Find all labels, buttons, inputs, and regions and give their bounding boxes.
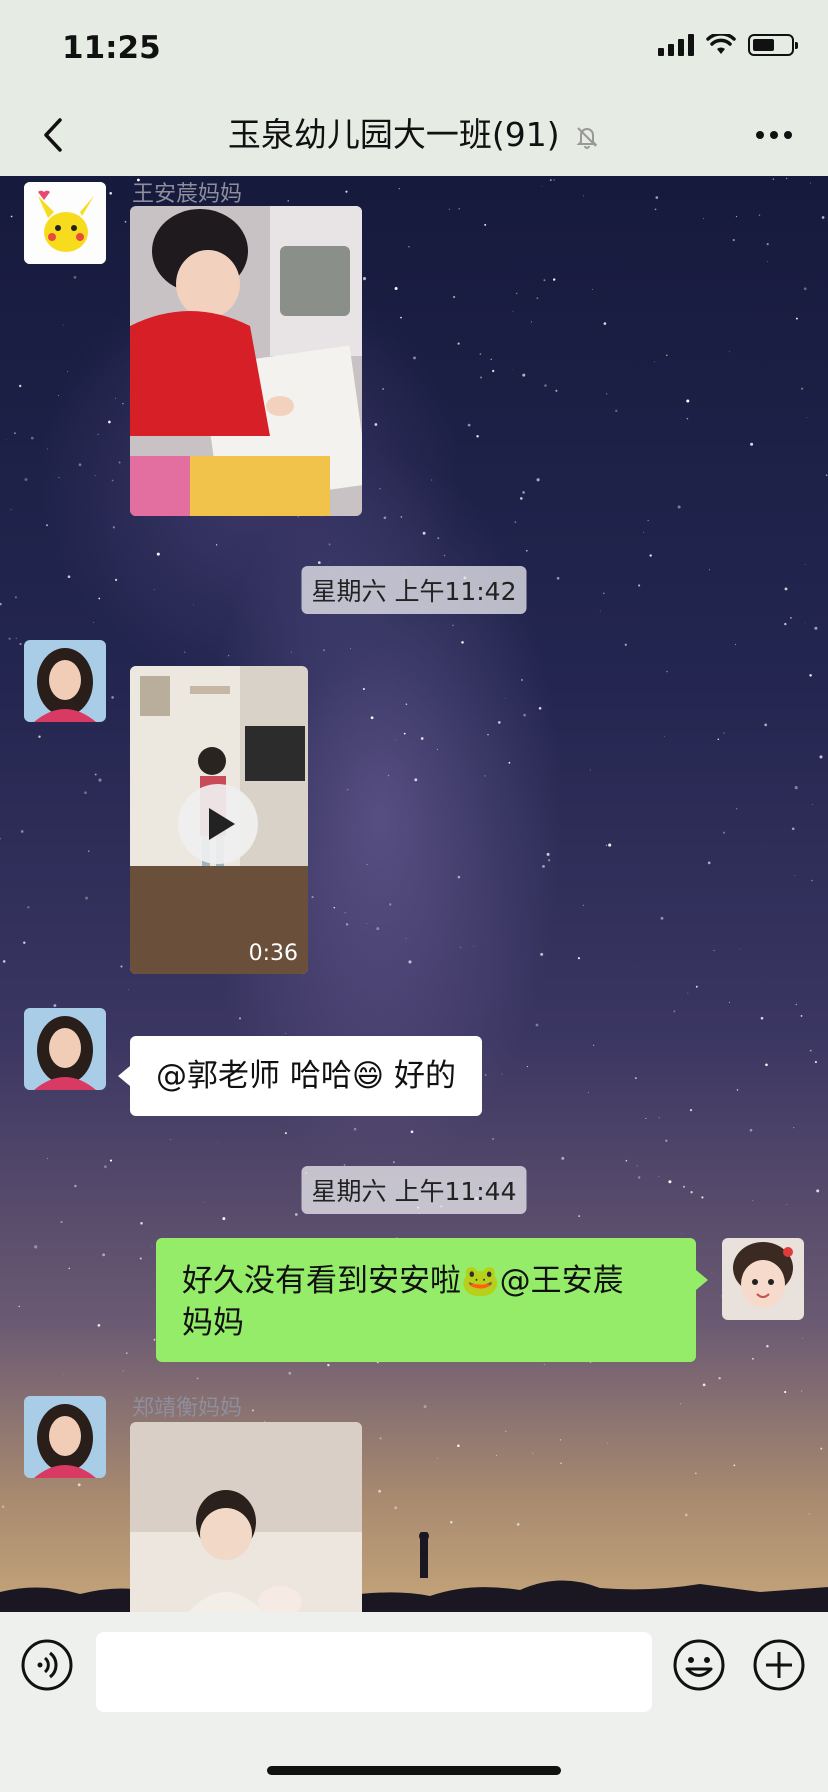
woman-avatar-icon xyxy=(24,640,106,722)
image-message[interactable] xyxy=(130,1422,362,1612)
input-bar xyxy=(0,1612,828,1792)
chat-area[interactable]: 王安莀妈妈 星期六 上午11:42 0:36 @郭老师 哈哈😄 好的 星期六 上… xyxy=(0,176,828,1612)
text-message-outgoing[interactable]: 好久没有看到安安啦🐸@王安莀 妈妈 xyxy=(156,1238,708,1362)
message-line: 妈妈 xyxy=(182,1305,244,1341)
video-duration: 0:36 xyxy=(248,941,298,966)
status-icons xyxy=(658,34,798,56)
child-drawing-photo xyxy=(130,206,362,516)
avatar[interactable] xyxy=(722,1238,804,1320)
message-line: 好久没有看到安安啦🐸@王安莀 xyxy=(182,1263,624,1299)
text-message[interactable]: @郭老师 哈哈😄 好的 xyxy=(117,1036,483,1116)
horizon-silhouette xyxy=(0,1532,828,1612)
boy-with-baby-photo xyxy=(130,1422,362,1612)
avatar[interactable] xyxy=(24,182,106,264)
timestamp: 星期六 上午11:42 xyxy=(301,566,527,614)
avatar[interactable] xyxy=(24,1008,106,1090)
starry-background xyxy=(0,177,828,1535)
signal-icon xyxy=(658,34,694,56)
avatar[interactable] xyxy=(24,640,106,722)
chat-header: 玉泉幼儿园大一班(91) xyxy=(0,100,828,176)
plus-circle-icon[interactable] xyxy=(752,1638,806,1692)
image-message[interactable] xyxy=(130,206,362,516)
video-message[interactable]: 0:36 xyxy=(130,666,308,974)
child-avatar-icon xyxy=(722,1238,804,1320)
home-indicator xyxy=(267,1766,561,1775)
status-bar: 11:25 xyxy=(0,0,828,100)
play-icon[interactable] xyxy=(178,784,258,864)
ellipsis-icon[interactable] xyxy=(744,110,804,160)
wifi-icon xyxy=(706,34,736,54)
pikachu-avatar-icon xyxy=(24,182,106,264)
chat-title: 玉泉幼儿园大一班(91) xyxy=(227,115,560,154)
battery-icon xyxy=(748,34,798,56)
woman-avatar-icon xyxy=(24,1008,106,1090)
avatar[interactable] xyxy=(24,1396,106,1478)
sender-name: 郑靖衡妈妈 xyxy=(132,1396,243,1421)
voice-icon[interactable] xyxy=(20,1638,74,1692)
message-input[interactable] xyxy=(96,1632,652,1712)
bell-slash-icon xyxy=(576,126,598,149)
timestamp: 星期六 上午11:44 xyxy=(301,1166,527,1214)
sender-name: 王安莀妈妈 xyxy=(132,182,243,207)
woman-avatar-icon xyxy=(24,1396,106,1478)
chat-title-row: 玉泉幼儿园大一班(91) xyxy=(0,110,828,160)
emoji-icon[interactable] xyxy=(672,1638,726,1692)
status-time: 11:25 xyxy=(62,30,161,66)
